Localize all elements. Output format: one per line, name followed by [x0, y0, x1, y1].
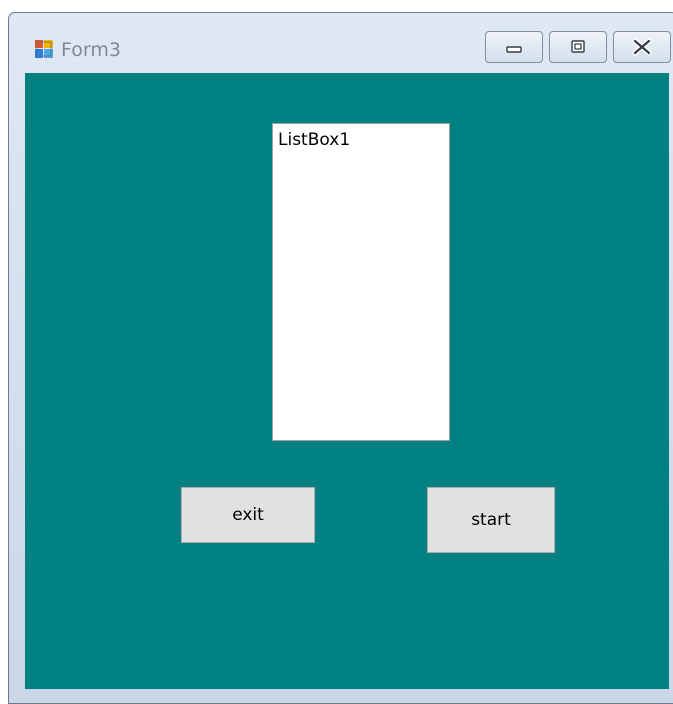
start-button-label: start [471, 510, 511, 530]
caption-buttons [485, 31, 671, 63]
close-button[interactable] [613, 31, 671, 63]
listbox[interactable]: ListBox1 [272, 123, 450, 441]
exit-button-label: exit [232, 505, 264, 525]
maximize-icon [571, 40, 585, 53]
form-client-area: ListBox1 exit start [25, 73, 669, 689]
close-icon [632, 38, 652, 56]
listbox-item[interactable]: ListBox1 [278, 130, 350, 150]
minimize-button[interactable] [485, 31, 543, 63]
start-button[interactable]: start [427, 487, 555, 553]
form-app-icon [35, 40, 53, 58]
form3-window: Form3 ListBox1 exit start [8, 12, 673, 704]
window-title: Form3 [61, 39, 121, 61]
maximize-button[interactable] [549, 31, 607, 63]
minimize-icon [506, 46, 522, 53]
title-bar[interactable]: Form3 [9, 13, 673, 73]
exit-button[interactable]: exit [181, 487, 315, 543]
